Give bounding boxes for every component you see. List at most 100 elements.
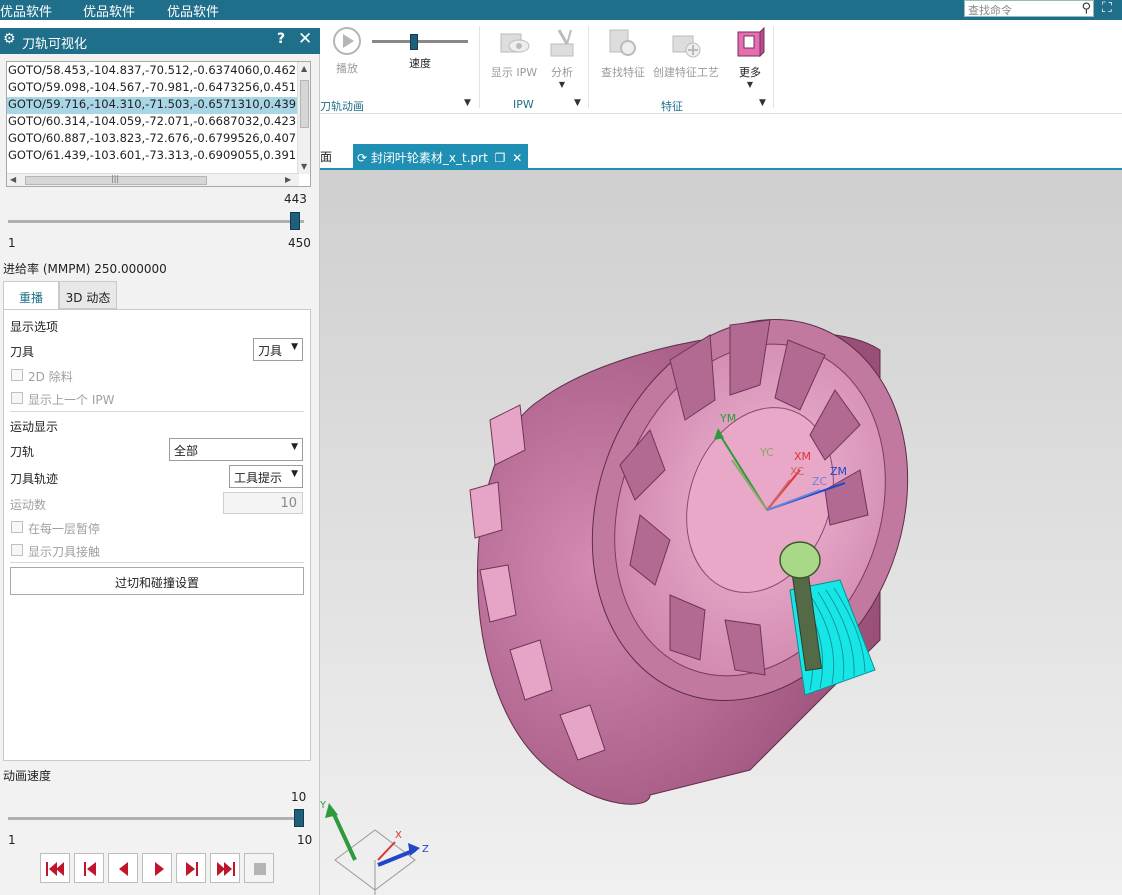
- view-triad[interactable]: Y X Z: [320, 800, 429, 895]
- find-feature-button[interactable]: 查找特征: [598, 26, 648, 80]
- active-tab-label: 封闭叶轮素材_x_t.prt: [370, 151, 488, 165]
- label-2d-remove: 2D 除料: [28, 370, 73, 384]
- show-ipw-button[interactable]: 显示 IPW: [486, 26, 542, 80]
- grip-icon: |||: [111, 174, 120, 183]
- stop-button[interactable]: [244, 853, 274, 883]
- anim-speed-current: 10: [291, 790, 307, 804]
- close-icon[interactable]: ✕: [298, 29, 312, 49]
- motion-max-label: 450: [288, 236, 311, 250]
- more-button[interactable]: 更多 ▼: [730, 26, 770, 89]
- play-forward-button[interactable]: [142, 853, 172, 883]
- ribbon-separator: [588, 26, 589, 108]
- motion-count-input[interactable]: 10: [223, 492, 303, 514]
- stop-icon: [254, 863, 266, 875]
- ribbon-toolbar: 播放 速度 刀轨动画 ▼ 显示 IPW 分析 ▼ IPW ▼ 查找特征 创建特征…: [320, 20, 1122, 114]
- search-icon[interactable]: ⚲: [1081, 1, 1091, 16]
- scroll-right-icon[interactable]: ▶: [285, 175, 291, 184]
- play-animation-button[interactable]: 播放: [330, 26, 364, 76]
- tab-active-document[interactable]: ⟳ 封闭叶轮素材_x_t.prt ❐ ✕: [353, 144, 528, 170]
- list-item[interactable]: GOTO/59.098,-104.567,-70.981,-0.6473256,…: [7, 80, 299, 97]
- analyze-icon: [550, 29, 574, 57]
- toolpath-select-value: 全部: [174, 444, 199, 458]
- anim-speed-max: 10: [297, 833, 313, 847]
- scrollbar-thumb[interactable]: |||: [25, 174, 207, 185]
- tab-3d-dynamic[interactable]: 3D 动态: [59, 281, 117, 309]
- help-icon[interactable]: ?: [277, 31, 285, 47]
- menu-item-3[interactable]: 优品软件: [167, 1, 219, 20]
- scrollbar-thumb[interactable]: [300, 80, 309, 128]
- motion-slider[interactable]: [8, 212, 304, 232]
- csys-label-zc: ZC: [812, 475, 828, 488]
- goto-start-button[interactable]: [40, 853, 70, 883]
- checkbox-pause-each-layer[interactable]: [11, 521, 23, 533]
- find-feature-label: 查找特征: [601, 66, 645, 79]
- refresh-icon: ⟳: [357, 151, 368, 165]
- play-reverse-button[interactable]: [108, 853, 138, 883]
- label-show-prev-ipw: 显示上一个 IPW: [28, 393, 115, 407]
- motion-slider-thumb[interactable]: [289, 212, 300, 230]
- chevron-down-icon[interactable]: ▼: [464, 98, 471, 108]
- scroll-down-icon[interactable]: ▼: [301, 162, 307, 171]
- analyze-label: 分析: [551, 66, 573, 79]
- anim-speed-slider[interactable]: [8, 809, 304, 829]
- triad-label-x: X: [395, 830, 402, 841]
- section-motion-display: 运动显示: [10, 420, 59, 434]
- goto-end-button[interactable]: [210, 853, 240, 883]
- create-feature-process-button[interactable]: 创建特征工艺: [652, 26, 720, 80]
- list-item[interactable]: GOTO/61.439,-103.601,-73.313,-0.6909055,…: [7, 148, 299, 165]
- animation-speed-slider[interactable]: [372, 34, 468, 50]
- tab-replay[interactable]: 重播: [3, 281, 59, 309]
- group-label-feature: 特征: [661, 100, 683, 113]
- gouge-collision-settings-button[interactable]: 过切和碰撞设置: [10, 567, 304, 595]
- chevron-down-icon: ▼: [291, 442, 298, 452]
- step-back-button[interactable]: [74, 853, 104, 883]
- csys-label-xc: XC: [790, 465, 805, 478]
- more-icon: [737, 26, 765, 58]
- list-item-selected[interactable]: GOTO/59.716,-104.310,-71.503,-0.6571310,…: [7, 97, 299, 114]
- checkbox-show-contact[interactable]: [11, 544, 23, 556]
- skip-to-start-icon: [46, 862, 64, 876]
- chevron-down-icon[interactable]: ▼: [759, 98, 766, 108]
- motion-current-value: 443: [284, 192, 307, 206]
- vertical-scrollbar[interactable]: ▲ ▼: [297, 62, 310, 174]
- scroll-up-icon[interactable]: ▲: [301, 64, 307, 73]
- menu-item-2[interactable]: 优品软件: [83, 1, 135, 20]
- csys-label-xm: XM: [794, 450, 811, 463]
- command-search-placeholder: 查找命令: [968, 4, 1012, 17]
- scroll-left-icon[interactable]: ◀: [10, 175, 16, 184]
- graphics-viewport[interactable]: YM YC XM XC ZM ZC Y X Z: [320, 170, 1122, 895]
- divider: [10, 411, 304, 412]
- play-reverse-icon: [119, 862, 128, 876]
- horizontal-scrollbar[interactable]: ◀ ||| ▶: [7, 173, 299, 186]
- command-search-input[interactable]: 查找命令 ⚲: [964, 0, 1094, 17]
- menu-item-1[interactable]: 优品软件: [0, 1, 52, 20]
- pin-icon[interactable]: ❐: [495, 151, 506, 165]
- replay-tab-body: 显示选项 刀具 刀具 ▼ 2D 除料 显示上一个 IPW 运动显示 刀轨 全部 …: [3, 309, 311, 761]
- fullscreen-icon[interactable]: ⛶: [1102, 0, 1112, 16]
- skip-to-end-icon: [217, 862, 235, 876]
- tool-trace-select[interactable]: 工具提示 ▼: [229, 465, 303, 488]
- tool-select[interactable]: 刀具 ▼: [253, 338, 303, 361]
- analyze-button[interactable]: 分析 ▼: [542, 26, 582, 89]
- step-forward-button[interactable]: [176, 853, 206, 883]
- close-tab-icon[interactable]: ✕: [512, 151, 522, 165]
- document-tab-strip: 面 ⟳ 封闭叶轮素材_x_t.prt ❐ ✕: [320, 114, 1122, 170]
- checkbox-2d-remove[interactable]: [11, 369, 23, 381]
- gear-icon[interactable]: ⚙: [3, 31, 16, 47]
- tab-previous[interactable]: 面: [320, 148, 332, 165]
- anim-speed-slider-thumb[interactable]: [294, 809, 304, 827]
- tool-label: 刀具: [10, 345, 35, 359]
- more-label: 更多: [739, 66, 761, 79]
- chevron-down-icon[interactable]: ▼: [542, 80, 582, 89]
- checkbox-show-prev-ipw[interactable]: [11, 392, 23, 404]
- chevron-down-icon[interactable]: ▼: [574, 98, 581, 108]
- chevron-down-icon: ▼: [291, 342, 298, 352]
- goto-list[interactable]: GOTO/58.453,-104.837,-70.512,-0.6374060,…: [6, 61, 311, 187]
- list-item[interactable]: GOTO/58.453,-104.837,-70.512,-0.6374060,…: [7, 63, 299, 80]
- show-ipw-label: 显示 IPW: [490, 66, 538, 79]
- toolpath-select[interactable]: 全部 ▼: [169, 438, 303, 461]
- group-label-animation: 刀轨动画: [320, 100, 364, 113]
- chevron-down-icon[interactable]: ▼: [730, 80, 770, 89]
- list-item[interactable]: GOTO/60.314,-104.059,-72.071,-0.6687032,…: [7, 114, 299, 131]
- list-item[interactable]: GOTO/60.887,-103.823,-72.676,-0.6799526,…: [7, 131, 299, 148]
